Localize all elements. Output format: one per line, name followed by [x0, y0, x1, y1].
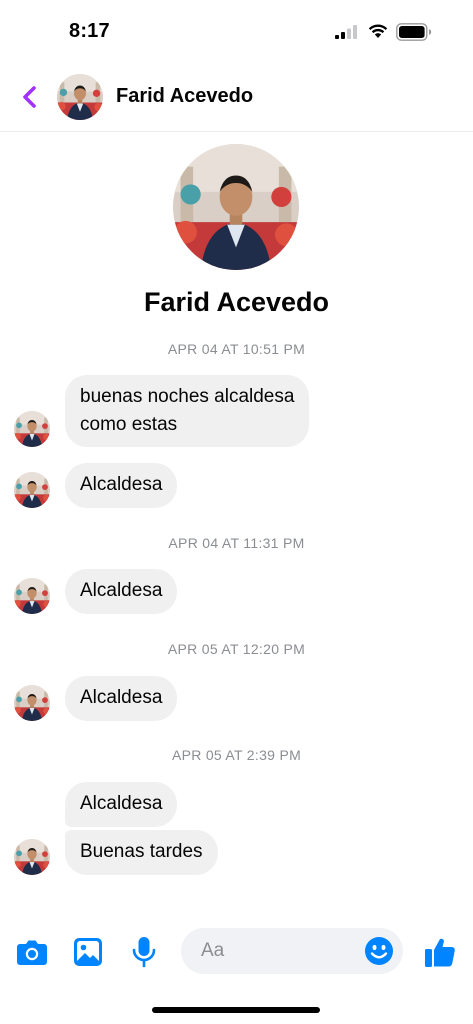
timestamp: APR 04 AT 10:51 PM	[167, 341, 306, 357]
message-text: como estas	[80, 414, 178, 435]
back-arrow-icon	[23, 86, 36, 108]
wifi-icon	[368, 24, 388, 38]
back-button[interactable]	[14, 82, 44, 112]
messenger-chat-screen: 8:17 Farid Acevedo Farid Acevedo APR 04 …	[0, 0, 473, 1024]
like-button[interactable]	[423, 935, 457, 969]
battery-icon	[396, 23, 432, 41]
header-contact-name[interactable]: Farid Acevedo	[116, 85, 253, 108]
message-bubble[interactable]: buenas noches alcaldesa como estas	[65, 375, 310, 447]
message-bubble[interactable]: Buenas tardes	[65, 830, 218, 875]
status-bar: 8:17	[0, 0, 473, 62]
image-icon	[74, 938, 102, 966]
message-composer	[0, 925, 473, 981]
message-bubble[interactable]: Alcaldesa	[65, 676, 178, 721]
microphone-icon	[132, 937, 156, 968]
voice-clip-button[interactable]	[127, 935, 161, 969]
message-text: buenas noches alcaldesa	[80, 386, 295, 407]
timestamp: APR 04 AT 11:31 PM	[168, 535, 305, 551]
message-sender-avatar[interactable]	[14, 578, 50, 614]
emoji-icon[interactable]	[364, 936, 394, 966]
message-bubble[interactable]: Alcaldesa	[65, 782, 178, 827]
message-bubble[interactable]: Alcaldesa	[65, 463, 178, 508]
avatar-image	[57, 74, 103, 120]
gallery-button[interactable]	[71, 935, 105, 969]
header-avatar[interactable]	[57, 74, 103, 120]
avatar-image	[14, 411, 50, 447]
avatar-image	[14, 685, 50, 721]
cellular-signal-icon	[335, 25, 357, 39]
message-sender-avatar[interactable]	[14, 411, 50, 447]
thumbs-up-icon	[425, 938, 455, 967]
timestamp: APR 05 AT 2:39 PM	[171, 747, 302, 763]
avatar-image	[14, 578, 50, 614]
avatar-image	[14, 839, 50, 875]
avatar-image	[14, 472, 50, 508]
camera-icon	[17, 940, 47, 965]
message-sender-avatar[interactable]	[14, 472, 50, 508]
camera-button[interactable]	[15, 935, 49, 969]
status-time: 8:17	[69, 20, 110, 42]
message-sender-avatar[interactable]	[14, 839, 50, 875]
avatar-image	[173, 144, 299, 270]
timestamp: APR 05 AT 12:20 PM	[167, 641, 306, 657]
message-sender-avatar[interactable]	[14, 685, 50, 721]
profile-avatar[interactable]	[173, 144, 299, 270]
profile-name: Farid Acevedo	[143, 287, 330, 317]
chat-header: Farid Acevedo	[0, 62, 473, 132]
home-indicator	[152, 1007, 320, 1013]
message-bubble[interactable]: Alcaldesa	[65, 569, 178, 614]
